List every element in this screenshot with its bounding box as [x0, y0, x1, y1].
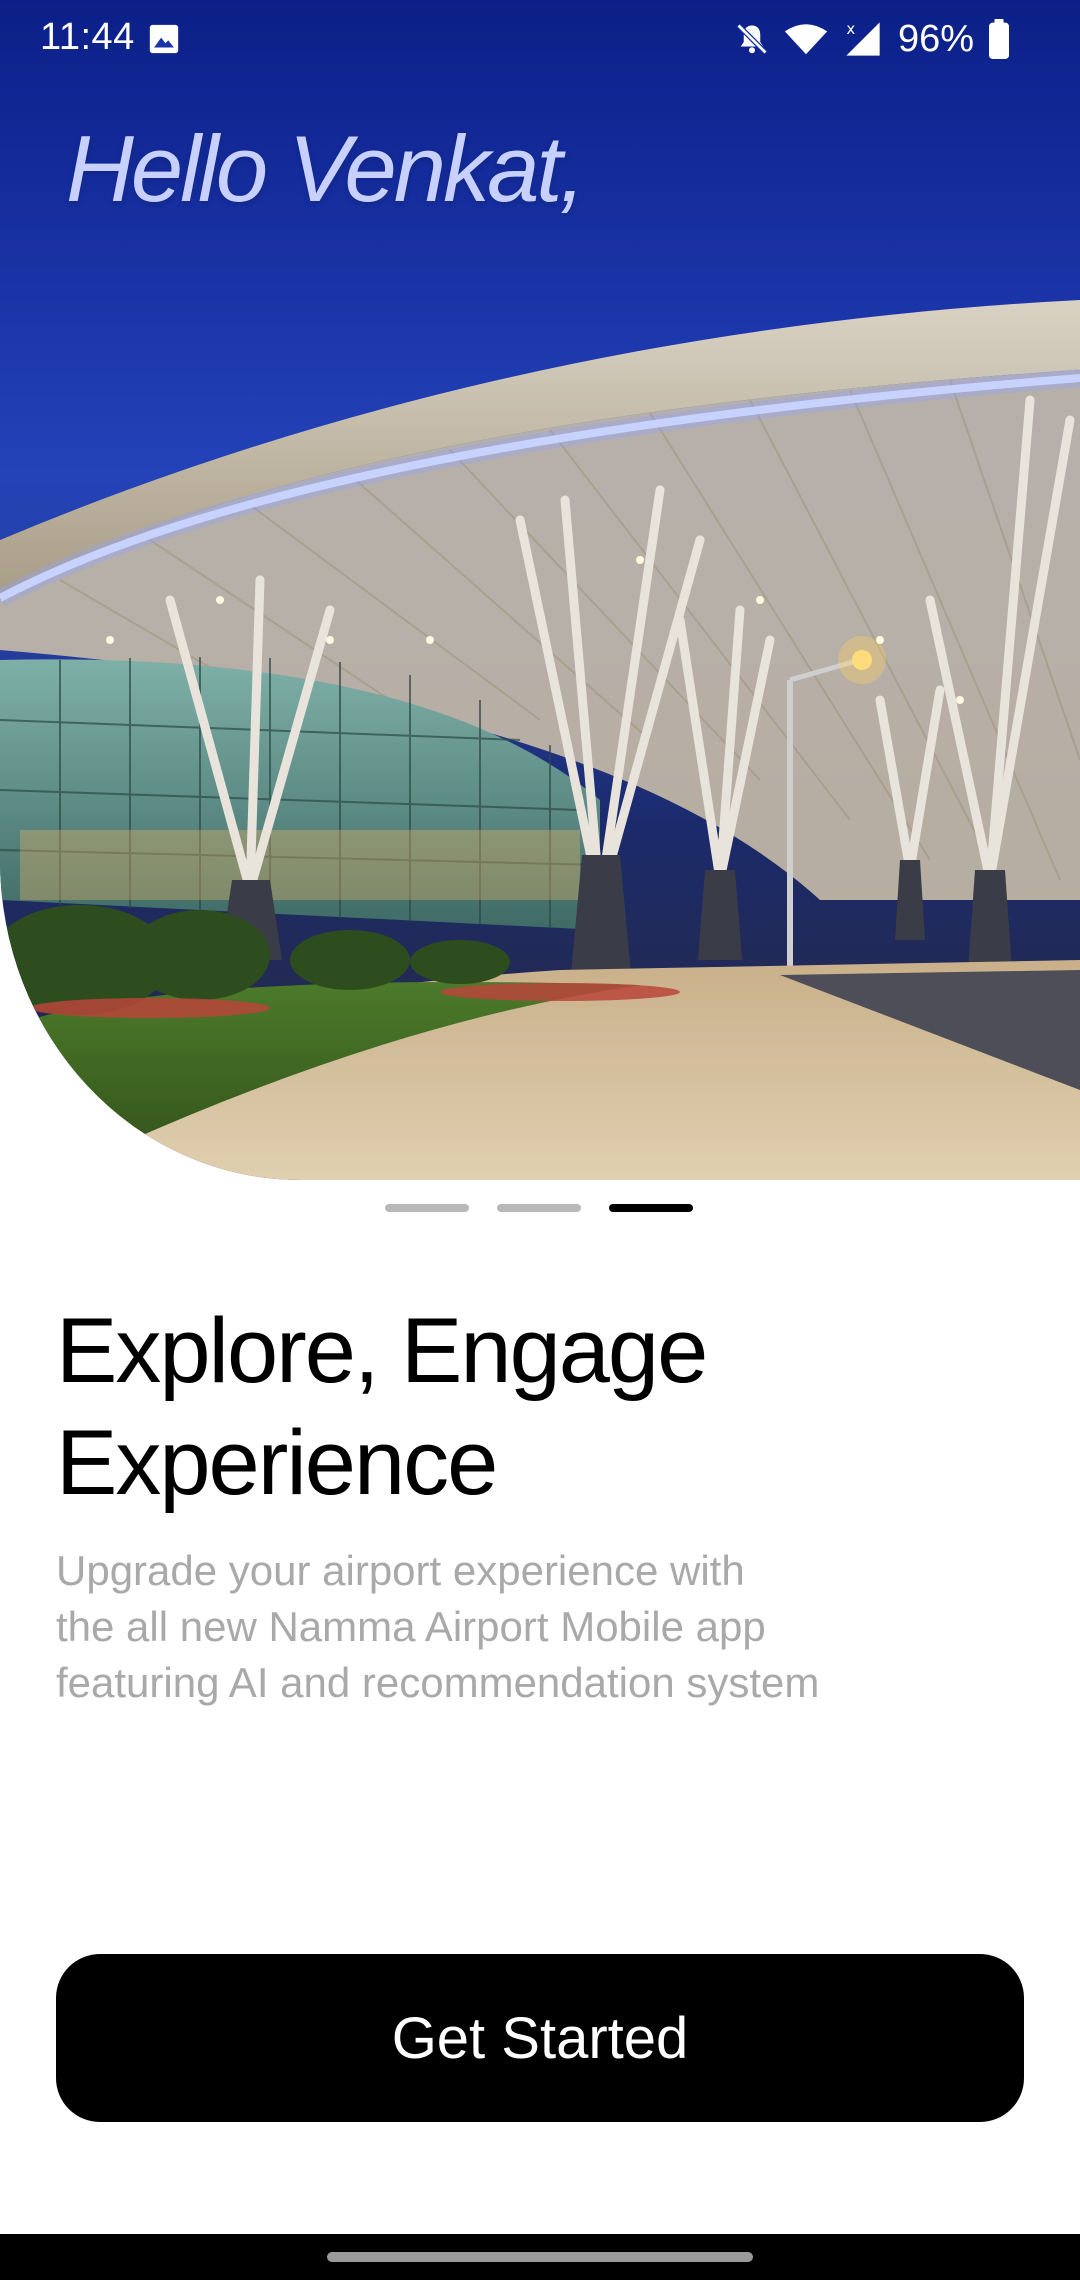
wifi-icon — [784, 24, 828, 55]
description-line-3: featuring AI and recommendation system — [56, 1659, 820, 1706]
headline-line-1: Explore, Engage — [56, 1300, 708, 1402]
description-line-2: the all new Namma Airport Mobile app — [56, 1603, 766, 1650]
image-icon — [149, 24, 179, 54]
status-icons: x 96% — [734, 14, 1010, 64]
status-bar: 11:44 x 96% — [0, 0, 1080, 80]
description-line-1: Upgrade your airport experience with — [56, 1547, 745, 1594]
onboarding-headline: Explore, Engage Experience — [56, 1295, 956, 1519]
gesture-nav-bar — [0, 2234, 1080, 2280]
headline-line-2: Experience — [56, 1412, 498, 1514]
bell-off-icon — [736, 23, 768, 55]
battery-icon — [989, 19, 1009, 59]
page-indicator-dash-2[interactable] — [497, 1204, 581, 1212]
onboarding-description: Upgrade your airport experience with the… — [56, 1543, 956, 1711]
get-started-button[interactable]: Get Started — [56, 1954, 1024, 2122]
page-indicator-dash-1[interactable] — [385, 1204, 469, 1212]
onboarding-screen: 11:44 x 96% Hello Venkat, Explore, Engag… — [0, 0, 1080, 2280]
battery-percent: 96% — [897, 17, 974, 60]
signal-icon: x — [846, 20, 880, 56]
home-gesture-handle[interactable] — [327, 2252, 753, 2262]
page-indicator — [385, 1204, 693, 1212]
greeting-text: Hello Venkat, — [66, 116, 586, 221]
page-indicator-dash-3-active[interactable] — [609, 1204, 693, 1212]
svg-text:x: x — [846, 20, 855, 38]
status-time: 11:44 — [40, 16, 135, 58]
